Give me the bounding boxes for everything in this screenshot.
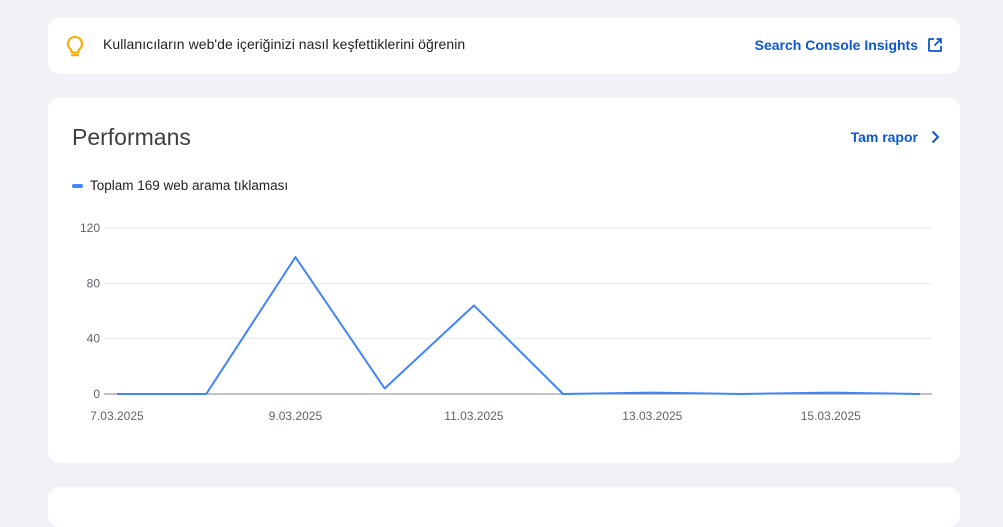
insight-message: Kullanıcıların web'de içeriğinizi nasıl … [103,36,466,52]
y-tick-label: 80 [87,276,101,290]
open-in-new-icon [928,38,942,52]
x-tick-label: 11.03.2025 [444,409,503,423]
x-tick-label: 15.03.2025 [801,409,861,423]
clicks-line-chart: 0 40 80 120 7.03.2025 9.03.2025 11.03.2025 13.0… [80,221,932,423]
search-console-insights-label: Search Console Insights [754,37,918,53]
performance-card: Performans Tam rapor Toplam 169 web aram… [48,98,960,463]
y-tick-label: 0 [93,387,100,401]
insight-banner: Kullanıcıların web'de içeriğinizi nasıl … [48,18,960,74]
x-tick-label: 7.03.2025 [90,409,144,423]
x-tick-label: 13.03.2025 [622,409,682,423]
y-tick-label: 40 [87,332,101,346]
series-line-clicks [117,256,921,395]
y-tick-label: 120 [80,221,100,235]
lightbulb-icon [66,35,84,57]
next-card [48,487,960,527]
search-console-insights-link[interactable]: Search Console Insights [755,36,944,54]
x-tick-label: 9.03.2025 [269,409,323,423]
